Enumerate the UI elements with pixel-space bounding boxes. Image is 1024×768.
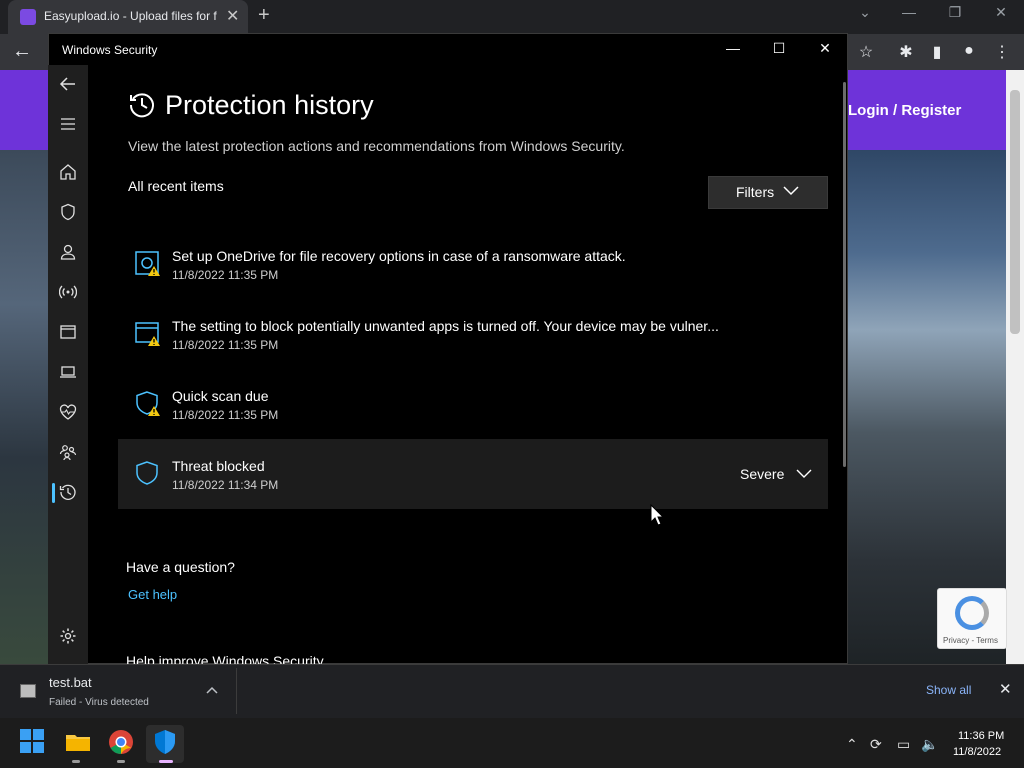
window-scrollbar[interactable] xyxy=(843,82,846,467)
history-item-date: 11/8/2022 11:35 PM xyxy=(172,408,279,422)
tab-search-icon[interactable]: ⌄ xyxy=(850,4,880,21)
mountain-image-left xyxy=(0,150,48,664)
volume-icon[interactable]: 🔈 xyxy=(921,736,938,753)
download-divider xyxy=(236,668,237,714)
running-indicator xyxy=(72,760,80,763)
page-title: Protection history xyxy=(165,90,374,120)
tab-close-icon[interactable]: ✕ xyxy=(226,6,239,26)
history-item-row-threat-blocked[interactable] xyxy=(118,439,828,509)
minimize-icon[interactable]: — xyxy=(721,40,745,56)
device-security-icon[interactable] xyxy=(58,363,78,383)
account-protection-icon[interactable] xyxy=(58,243,78,263)
recaptcha-logo-icon xyxy=(955,596,989,630)
shield-warning-icon xyxy=(134,390,162,418)
running-indicator xyxy=(117,760,125,763)
history-item-title[interactable]: The setting to block potentially unwante… xyxy=(172,318,719,334)
bookmark-star-icon[interactable]: ☆ xyxy=(855,42,877,62)
close-download-bar-icon[interactable]: ✕ xyxy=(999,680,1012,698)
active-indicator xyxy=(159,760,173,763)
clock-date[interactable]: 11/8/2022 xyxy=(953,746,1001,758)
chrome-icon[interactable] xyxy=(107,728,135,756)
severity-label: Severe xyxy=(740,466,785,482)
onedrive-warning-icon xyxy=(134,250,162,278)
network-icon[interactable]: ▭ xyxy=(897,736,910,753)
webpage-scrollbar-thumb[interactable] xyxy=(1010,90,1020,334)
windows-security-shield-icon[interactable] xyxy=(151,728,179,756)
firewall-network-icon[interactable] xyxy=(58,283,78,303)
history-item-title[interactable]: Threat blocked xyxy=(172,458,265,474)
close-icon[interactable]: ✕ xyxy=(813,40,837,57)
page-subtitle: View the latest protection actions and r… xyxy=(128,138,625,154)
history-item-date: 11/8/2022 11:34 PM xyxy=(172,478,279,492)
app-browser-warning-icon xyxy=(134,320,162,348)
shield-icon xyxy=(134,460,162,488)
menu-kebab-icon[interactable]: ⋮ xyxy=(991,42,1013,62)
history-item-date: 11/8/2022 11:35 PM xyxy=(172,338,279,352)
home-icon[interactable] xyxy=(58,163,78,183)
show-all-button[interactable]: Show all xyxy=(926,683,971,697)
family-options-icon[interactable] xyxy=(58,443,78,463)
nav-active-indicator xyxy=(52,483,55,503)
window-title: Windows Security xyxy=(62,43,158,57)
maximize-icon[interactable]: ☐ xyxy=(767,40,791,57)
chevron-down-icon[interactable] xyxy=(782,182,800,205)
improve-heading: Help improve Windows Security xyxy=(126,653,324,664)
history-item-date: 11/8/2022 11:35 PM xyxy=(172,268,279,282)
device-performance-health-icon[interactable] xyxy=(58,403,78,423)
file-explorer-icon[interactable] xyxy=(64,728,92,756)
settings-gear-icon[interactable] xyxy=(58,627,78,647)
show-hidden-icons-icon[interactable]: ⌃ xyxy=(846,736,858,753)
history-item-title[interactable]: Set up OneDrive for file recovery option… xyxy=(172,248,626,264)
extensions-icon[interactable]: ✱ xyxy=(895,42,917,62)
back-icon[interactable] xyxy=(58,75,78,95)
history-item-title[interactable]: Quick scan due xyxy=(172,388,269,404)
browser-minimize-icon[interactable]: — xyxy=(894,4,924,20)
app-browser-control-icon[interactable] xyxy=(58,323,78,343)
get-help-link[interactable]: Get help xyxy=(128,587,177,602)
mouse-cursor-icon xyxy=(650,503,665,531)
filters-label[interactable]: Filters xyxy=(736,184,774,200)
recaptcha-text[interactable]: Privacy - Terms xyxy=(943,636,998,645)
hamburger-menu-icon[interactable] xyxy=(58,115,78,135)
update-alert-icon[interactable]: ⟳ xyxy=(870,736,882,753)
profile-icon[interactable]: ● xyxy=(958,42,980,60)
virus-protection-icon[interactable] xyxy=(58,203,78,223)
tab-favicon-icon xyxy=(20,9,36,25)
question-heading: Have a question? xyxy=(126,559,235,575)
browser-tab[interactable]: Easyupload.io - Upload files for f ✕ xyxy=(8,0,248,34)
protection-history-icon[interactable] xyxy=(58,483,78,503)
browser-restore-icon[interactable]: ❐ xyxy=(940,4,970,21)
side-panel-icon[interactable]: ▮ xyxy=(926,42,948,62)
protection-history-heading-icon xyxy=(128,91,156,119)
tab-title: Easyupload.io - Upload files for f xyxy=(44,9,217,23)
back-arrow-icon[interactable]: ← xyxy=(12,40,32,63)
file-icon xyxy=(20,684,36,698)
new-tab-icon[interactable]: + xyxy=(258,4,270,27)
login-register-link[interactable]: Login / Register xyxy=(848,102,961,119)
mountain-image-right xyxy=(848,150,1006,664)
clock-time[interactable]: 11:36 PM xyxy=(958,730,1004,742)
browser-close-icon[interactable]: ✕ xyxy=(986,4,1016,21)
chevron-up-icon[interactable] xyxy=(205,684,219,701)
recent-items-label: All recent items xyxy=(128,178,224,194)
start-windows-icon[interactable] xyxy=(19,728,47,756)
download-status: Failed - Virus detected xyxy=(49,697,149,708)
download-filename[interactable]: test.bat xyxy=(49,675,92,690)
download-bar xyxy=(0,664,1024,718)
expand-chevron-icon[interactable] xyxy=(796,466,812,487)
